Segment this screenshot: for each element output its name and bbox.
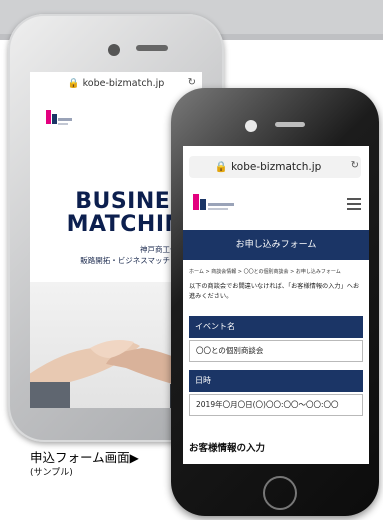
camera-icon xyxy=(245,120,257,132)
url-text: kobe-bizmatch.jp xyxy=(82,78,165,89)
url-text: kobe-bizmatch.jp xyxy=(231,161,322,173)
speaker-icon xyxy=(275,122,305,127)
caption-subtitle: (サンプル) xyxy=(30,468,73,478)
home-button[interactable] xyxy=(263,476,297,510)
speaker-icon xyxy=(136,45,168,51)
customer-info-heading: お客様情報の入力 xyxy=(189,443,266,454)
intro-text: 以下の商談会でお間違いなければ、「お客様情報の入力」へお進みください。 xyxy=(189,283,360,300)
caption-title: 申込フォーム画面 xyxy=(30,450,130,465)
address-bar-text[interactable]: 🔒 kobe-bizmatch.jp xyxy=(203,160,333,173)
breadcrumb[interactable]: ホーム > 商談会情報 > 〇〇との個別商談会 > お申し込みフォーム xyxy=(189,268,365,275)
front-phone-screen: 🔒 kobe-bizmatch.jp ↻ お申し込みフォーム ホーム > 商談会… xyxy=(183,146,369,464)
reload-icon[interactable]: ↻ xyxy=(351,160,359,171)
event-name-value: 〇〇との個別商談会 xyxy=(189,340,363,362)
camera-icon xyxy=(108,44,120,56)
lock-icon: 🔒 xyxy=(67,78,80,89)
reload-icon[interactable]: ↻ xyxy=(188,77,196,88)
event-name-label: イベント名 xyxy=(189,316,363,338)
hamburger-menu-icon[interactable] xyxy=(347,198,361,210)
caption: 申込フォーム画面▶ xyxy=(30,447,139,466)
right-arrow-icon: ▶ xyxy=(129,451,139,465)
page-title: お申し込みフォーム xyxy=(183,230,369,260)
lock-icon: 🔒 xyxy=(214,161,228,173)
datetime-label: 日時 xyxy=(189,370,363,392)
address-bar[interactable]: 🔒 kobe-bizmatch.jp xyxy=(30,78,202,89)
datetime-value: 2019年〇月〇日(〇)〇〇:〇〇～〇〇:〇〇 xyxy=(189,394,363,416)
front-phone: 🔒 kobe-bizmatch.jp ↻ お申し込みフォーム ホーム > 商談会… xyxy=(171,88,379,516)
site-logo[interactable] xyxy=(44,108,78,130)
site-logo[interactable] xyxy=(191,192,237,218)
